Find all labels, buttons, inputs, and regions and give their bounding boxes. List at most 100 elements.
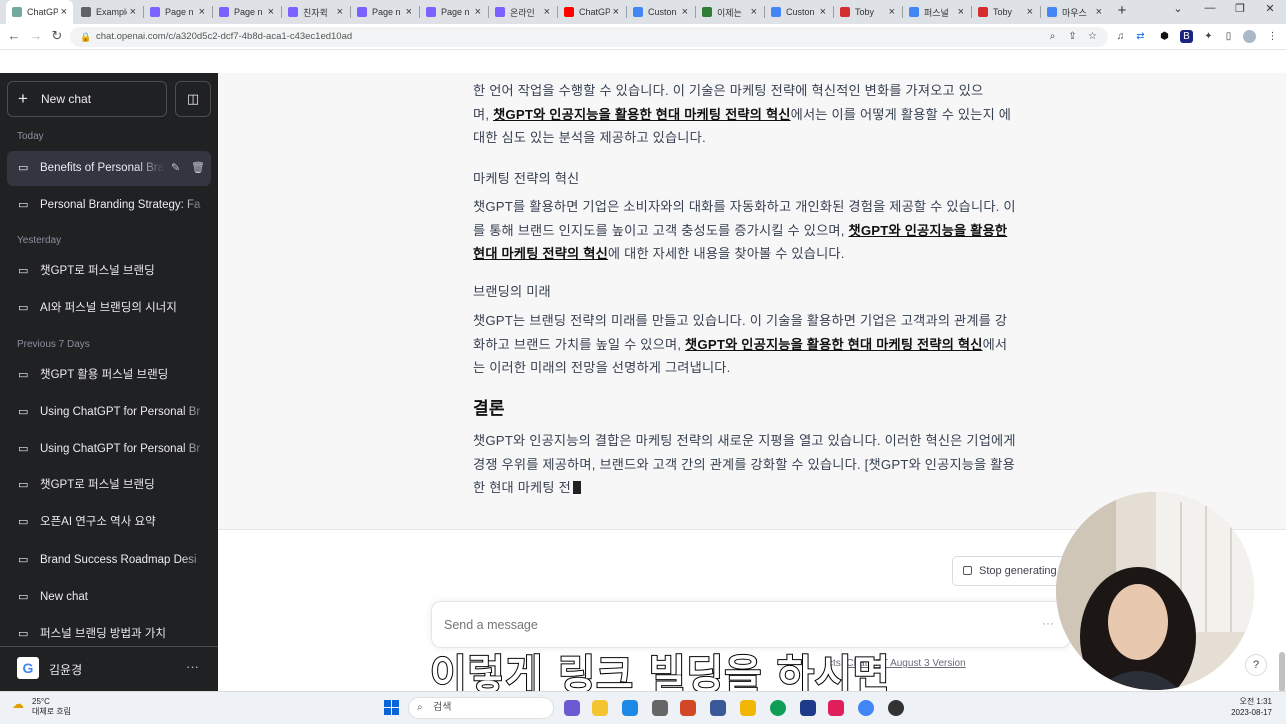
kakaotalk-icon[interactable] bbox=[592, 700, 608, 716]
tab-close-icon[interactable]: × bbox=[682, 6, 688, 18]
chat-item[interactable]: ▭ New chat bbox=[7, 580, 211, 615]
browser-tab[interactable]: 퍼스널 × bbox=[903, 0, 970, 24]
browser-tab[interactable]: Custon × bbox=[627, 0, 694, 24]
tab-close-icon[interactable]: × bbox=[544, 6, 550, 18]
browser-tab[interactable]: Toby × bbox=[972, 0, 1039, 24]
browser-tab[interactable]: ChatGP × bbox=[558, 0, 625, 24]
extension-b-icon[interactable]: B bbox=[1180, 30, 1193, 43]
tab-close-icon[interactable]: × bbox=[199, 6, 205, 18]
article-link[interactable]: 챗GPT와 인공지능을 활용한 현대 마케팅 전략의 혁신 bbox=[493, 107, 791, 122]
edit-pencil-icon[interactable]: ✎ bbox=[171, 151, 180, 186]
browser-tab[interactable]: 마우스 × bbox=[1041, 0, 1108, 24]
tab-favicon-icon bbox=[1047, 7, 1057, 17]
chat-item[interactable]: ▭ Personal Branding Strategy: Fa bbox=[7, 188, 211, 223]
tab-close-icon[interactable]: × bbox=[406, 6, 412, 18]
tab-close-icon[interactable]: × bbox=[889, 6, 895, 18]
reload-icon[interactable]: ↻ bbox=[49, 28, 65, 44]
tab-close-icon[interactable]: × bbox=[268, 6, 274, 18]
tab-favicon-icon bbox=[12, 7, 22, 17]
stop-generating-button[interactable]: Stop generating bbox=[952, 556, 1066, 586]
side-panel-icon[interactable]: ▯ bbox=[1222, 30, 1235, 43]
slack-icon[interactable] bbox=[828, 700, 844, 716]
extension-icon[interactable]: ⬢ bbox=[1158, 30, 1171, 43]
chrome-icon[interactable] bbox=[858, 700, 874, 716]
chat-item[interactable]: ▭ 챗GPT로 퍼스널 브랜딩 bbox=[7, 254, 211, 289]
powerpoint-icon[interactable] bbox=[680, 700, 696, 716]
minimize-icon[interactable]: — bbox=[1200, 2, 1220, 14]
tab-title: 마우스 bbox=[1062, 7, 1087, 18]
tab-favicon-icon bbox=[426, 7, 436, 17]
maximize-icon[interactable]: ❐ bbox=[1230, 2, 1250, 15]
chat-item[interactable]: ▭ 챗GPT 활용 퍼스널 브랜딩 bbox=[7, 358, 211, 393]
more-options-icon[interactable]: ··· bbox=[186, 659, 199, 674]
browser-tab[interactable]: 온라인 × bbox=[489, 0, 556, 24]
article-link[interactable]: 챗GPT와 인공지능을 활용한 현대 마케팅 전략의 혁신 bbox=[685, 337, 983, 352]
file-explorer-icon[interactable] bbox=[740, 700, 756, 716]
help-button[interactable]: ? bbox=[1245, 654, 1267, 676]
app-icon[interactable] bbox=[800, 700, 816, 716]
taskbar-search[interactable]: ⌕ 검색 bbox=[408, 697, 554, 719]
tab-close-icon[interactable]: × bbox=[1096, 6, 1102, 18]
browser-tab[interactable]: 이제는 × bbox=[696, 0, 763, 24]
chat-item[interactable]: ▭ Using ChatGPT for Personal Br bbox=[7, 395, 211, 430]
browser-tab[interactable]: 친자퀵 × bbox=[282, 0, 349, 24]
tab-close-icon[interactable]: × bbox=[130, 6, 136, 18]
translate-extension-icon[interactable]: ⇄ bbox=[1134, 30, 1147, 43]
sidebar-toggle-icon[interactable]: ◫ bbox=[175, 81, 211, 117]
chat-item-label: Using ChatGPT for Personal Br bbox=[40, 406, 201, 418]
browser-tab[interactable]: Custon × bbox=[765, 0, 832, 24]
chat-sidebar: + New chat ◫ Today ▭ Benefits of Persona… bbox=[0, 73, 218, 691]
delete-trash-icon[interactable]: 🗑 bbox=[191, 151, 205, 186]
new-chat-button[interactable]: + New chat bbox=[7, 81, 167, 117]
share-icon[interactable]: ⇪ bbox=[1066, 30, 1079, 43]
browser-tab[interactable]: ChatGPT× bbox=[6, 0, 73, 24]
browser-tab[interactable]: Toby × bbox=[834, 0, 901, 24]
puzzle-extensions-icon[interactable]: ✦ bbox=[1202, 30, 1215, 43]
send-icon[interactable]: ··· bbox=[1042, 616, 1054, 630]
tab-close-icon[interactable]: × bbox=[958, 6, 964, 18]
tab-close-icon[interactable]: × bbox=[1027, 6, 1033, 18]
browser-tab[interactable]: Page n × bbox=[213, 0, 280, 24]
windows-start-icon[interactable] bbox=[384, 700, 400, 716]
browser-tab[interactable]: Example× bbox=[75, 0, 142, 24]
back-icon[interactable]: ← bbox=[6, 28, 22, 43]
browser-tab[interactable]: Page n × bbox=[420, 0, 487, 24]
profile-avatar[interactable] bbox=[1243, 30, 1256, 43]
address-bar[interactable]: 🔒 chat.openai.com/c/a320d5c2-dcf7-4b8d-a… bbox=[70, 27, 1108, 47]
app-icon[interactable] bbox=[564, 700, 580, 716]
app-icon[interactable] bbox=[888, 700, 904, 716]
zoom-icon[interactable]: ⌕ bbox=[1046, 30, 1059, 43]
app-icon[interactable] bbox=[710, 700, 726, 716]
app-icon[interactable] bbox=[622, 700, 638, 716]
tab-close-icon[interactable]: × bbox=[613, 6, 619, 18]
scrollbar[interactable] bbox=[1279, 652, 1285, 692]
media-icon[interactable]: ♫ bbox=[1114, 30, 1127, 43]
tab-close-icon[interactable]: × bbox=[751, 6, 757, 18]
user-menu[interactable]: G 김윤경 ··· bbox=[0, 646, 218, 691]
tab-close-icon[interactable]: × bbox=[820, 6, 826, 18]
new-tab-button[interactable]: + bbox=[1114, 2, 1130, 19]
message-input[interactable] bbox=[444, 614, 1004, 636]
chat-item[interactable]: ▭ Benefits of Personal Bra ✎ 🗑 bbox=[7, 151, 211, 186]
stop-generating-label: Stop generating bbox=[979, 565, 1057, 577]
chat-item[interactable]: ▭ 챗GPT로 퍼스널 브랜딩 bbox=[7, 468, 211, 503]
tab-close-icon[interactable]: × bbox=[475, 6, 481, 18]
settings-icon[interactable] bbox=[652, 700, 668, 716]
tab-favicon-icon bbox=[909, 7, 919, 17]
system-clock[interactable]: 오전 1:31 2023-08-17 bbox=[1226, 696, 1272, 718]
weather-temp: 25°C bbox=[32, 697, 50, 706]
forward-icon[interactable]: → bbox=[28, 28, 44, 43]
chat-item[interactable]: ▭ 오픈AI 연구소 역사 요약 bbox=[7, 505, 211, 540]
chat-item[interactable]: ▭ Using ChatGPT for Personal Br bbox=[7, 432, 211, 467]
browser-tab[interactable]: Page n × bbox=[144, 0, 211, 24]
tab-close-icon[interactable]: × bbox=[337, 6, 343, 18]
bookmark-star-icon[interactable]: ☆ bbox=[1086, 30, 1099, 43]
menu-kebab-icon[interactable]: ⋮ bbox=[1266, 30, 1279, 43]
chat-item[interactable]: ▭ AI와 퍼스널 브랜딩의 시너지 bbox=[7, 291, 211, 326]
chat-item[interactable]: ▭ Brand Success Roadmap Desi bbox=[7, 543, 211, 578]
browser-tab[interactable]: Page n × bbox=[351, 0, 418, 24]
tab-search-icon[interactable]: ⌄ bbox=[1168, 2, 1188, 15]
tab-close-icon[interactable]: × bbox=[61, 6, 67, 18]
close-window-icon[interactable]: ✕ bbox=[1260, 2, 1280, 15]
edge-icon[interactable] bbox=[770, 700, 786, 716]
